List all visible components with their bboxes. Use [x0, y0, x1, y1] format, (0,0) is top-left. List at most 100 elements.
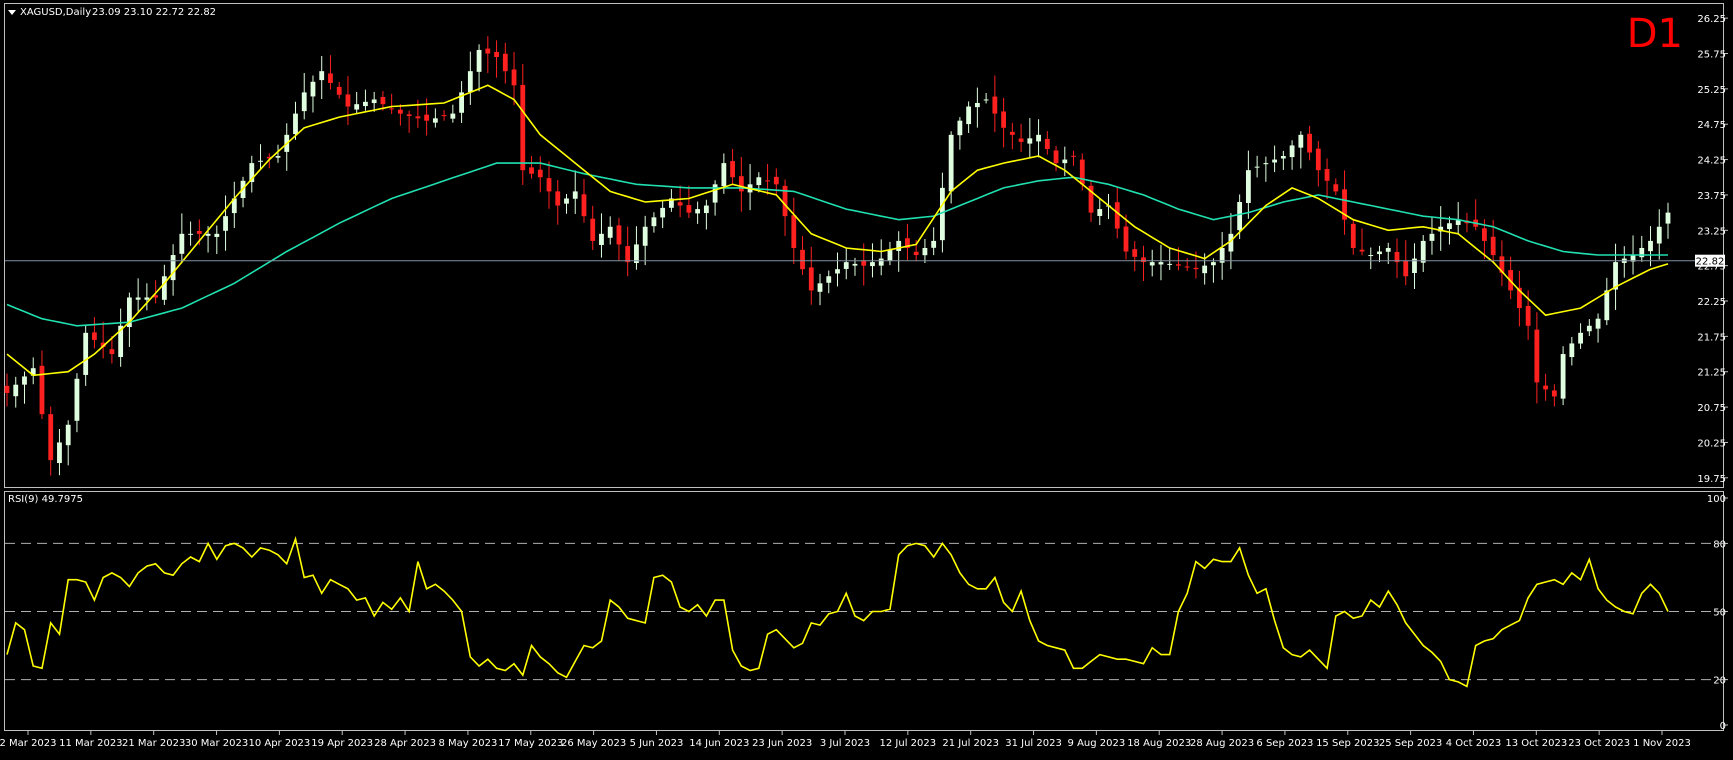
time-tick-label: 30 Mar 2023: [185, 738, 248, 749]
candle-body: [1193, 267, 1199, 270]
candle-body: [1062, 159, 1068, 164]
candle-body: [1324, 169, 1330, 181]
candle-body: [773, 176, 779, 185]
candle-body: [721, 163, 727, 187]
candle-body: [4, 385, 10, 393]
candle-body: [660, 207, 666, 218]
candle-body: [1141, 257, 1146, 263]
candle-body: [13, 384, 19, 397]
time-tick-label: 17 May 2023: [498, 738, 563, 749]
rsi-tick-label: 0: [1720, 721, 1726, 732]
chart-window: 26.25 25.75 25.25 24.75 24.25 23.75 23.25 22.75…: [0, 0, 1733, 756]
candle-body: [1289, 145, 1295, 158]
candle-body: [1280, 156, 1286, 159]
ohlc-values: 23.09 23.10 22.72 22.82: [92, 7, 216, 18]
candle-body: [214, 233, 220, 237]
candle-body: [275, 156, 281, 158]
candle-body: [450, 113, 456, 119]
candle-body: [1158, 262, 1164, 265]
rsi-tick-label: 50: [1713, 608, 1726, 619]
candle-body: [328, 73, 333, 83]
candle-body: [432, 118, 438, 123]
candle-body: [1027, 138, 1033, 144]
candle-body: [1315, 148, 1321, 171]
candle-body: [1079, 159, 1085, 185]
candle-body: [196, 230, 202, 234]
candle-body: [1447, 223, 1452, 230]
candle-body: [485, 48, 491, 54]
candle-body: [1114, 202, 1120, 229]
candle-body: [835, 269, 840, 274]
time-axis: 2 Mar 2023 11 Mar 2023 21 Mar 2023 30 Mar 2…: [0, 731, 1691, 749]
candle-body: [800, 249, 805, 270]
candle-body: [1254, 166, 1260, 168]
candle-body: [57, 442, 62, 464]
candle-body: [1525, 305, 1531, 326]
candle-body: [1044, 138, 1050, 149]
candle-body: [590, 218, 596, 241]
candle-body: [686, 205, 692, 213]
candle-body: [564, 198, 569, 204]
time-tick-label: 3 Jul 2023: [820, 738, 870, 749]
candle-body: [1385, 247, 1391, 252]
price-tick-label: 23.75: [1697, 191, 1726, 202]
candle-body: [896, 240, 902, 252]
candle-body: [1368, 255, 1374, 257]
candle-body: [467, 71, 473, 93]
candle-body: [511, 69, 517, 86]
time-tick-label: 23 Jun 2023: [752, 738, 812, 749]
candle-body: [39, 365, 45, 415]
candle-body: [1149, 262, 1155, 266]
candle-body: [1595, 318, 1601, 329]
candle-body: [1097, 209, 1103, 216]
rsi-tick-label: 20: [1713, 676, 1726, 687]
price-tick-label: 20.75: [1697, 403, 1726, 414]
candle-body: [913, 251, 919, 256]
candle-body: [1298, 134, 1304, 148]
candle-body: [1648, 240, 1653, 252]
candle-body: [363, 101, 368, 107]
time-tick-label: 21 Jul 2023: [942, 738, 999, 749]
candle-body: [1211, 262, 1216, 266]
candle-body: [65, 424, 71, 446]
candle-body: [695, 209, 701, 214]
candle-body: [170, 255, 176, 281]
candle-body: [1543, 385, 1549, 390]
candle-body: [1237, 202, 1243, 231]
candle-body: [520, 84, 526, 171]
time-tick-label: 13 Oct 2023: [1505, 738, 1567, 749]
candle-body: [887, 249, 893, 261]
price-tick-label: 24.75: [1697, 120, 1726, 131]
candle-body: [703, 205, 709, 214]
candle-body: [205, 233, 211, 236]
candle-body: [1071, 155, 1076, 157]
time-tick-label: 6 Sep 2023: [1256, 738, 1313, 749]
chart-canvas[interactable]: 26.2525.7525.2524.7524.2523.7523.2522.75…: [0, 0, 1733, 756]
candle-body: [791, 215, 797, 248]
candle-body: [74, 378, 80, 421]
candle-body: [1569, 343, 1575, 358]
candle-body: [1429, 233, 1435, 241]
candle-body: [1053, 150, 1059, 164]
candle-body: [424, 114, 430, 121]
time-tick-label: 8 May 2023: [439, 738, 498, 749]
time-tick-label: 9 Aug 2023: [1068, 738, 1126, 749]
candle-body: [537, 169, 543, 178]
candle-body: [1001, 111, 1007, 128]
time-tick-label: 18 Aug 2023: [1127, 738, 1191, 749]
candle-body: [223, 216, 228, 231]
candle-body: [1482, 228, 1487, 241]
candle-body: [712, 184, 718, 203]
candle-body: [765, 180, 770, 182]
price-tick-label: 23.25: [1697, 226, 1726, 237]
candle-body: [1403, 260, 1409, 277]
time-tick-label: 11 Mar 2023: [59, 738, 122, 749]
candle-body: [109, 349, 115, 355]
candle-body: [380, 97, 386, 105]
candle-body: [293, 113, 298, 135]
time-tick-label: 15 Sep 2023: [1316, 738, 1379, 749]
candle-body: [983, 99, 989, 101]
candle-body: [179, 233, 185, 254]
time-tick-label: 19 Apr 2023: [311, 738, 373, 749]
candle-body: [555, 191, 561, 206]
